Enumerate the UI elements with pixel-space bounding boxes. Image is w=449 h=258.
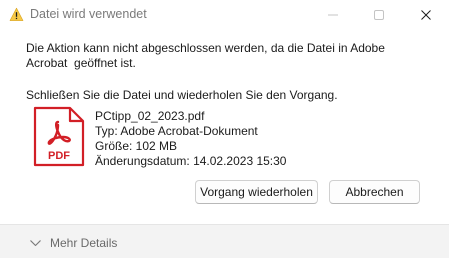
file-info: PCtipp_02_2023.pdf Typ: Adobe Acrobat-Do… bbox=[95, 109, 286, 169]
file-modified-date: Änderungsdatum: 14.02.2023 15:30 bbox=[95, 154, 287, 168]
pdf-file-icon: PDF bbox=[33, 106, 85, 167]
close-icon bbox=[421, 10, 431, 20]
maximize-icon bbox=[374, 10, 384, 20]
file-size: Größe: 102 MB bbox=[95, 139, 178, 153]
close-button[interactable] bbox=[403, 0, 449, 30]
minimize-button[interactable] bbox=[310, 0, 356, 30]
instruction-message: Schließen Sie die Datei und wiederholen … bbox=[26, 88, 338, 102]
maximize-button[interactable] bbox=[356, 0, 402, 30]
window-title: Datei wird verwendet bbox=[30, 7, 147, 21]
file-in-use-dialog: Datei wird verwendet Die Aktion kann nic… bbox=[0, 0, 449, 258]
title-bar[interactable]: Datei wird verwendet bbox=[0, 0, 449, 30]
more-details-label: Mehr Details bbox=[50, 236, 118, 250]
file-type: Typ: Adobe Acrobat-Dokument bbox=[95, 124, 258, 138]
cancel-button[interactable]: Abbrechen bbox=[329, 180, 420, 204]
pdf-icon-label: PDF bbox=[48, 150, 70, 162]
error-message: Die Aktion kann nicht abgeschlossen werd… bbox=[26, 41, 385, 70]
file-name: PCtipp_02_2023.pdf bbox=[95, 109, 205, 123]
chevron-down-icon bbox=[30, 239, 41, 246]
minimize-icon bbox=[328, 14, 338, 16]
more-details-toggle[interactable]: Mehr Details bbox=[30, 235, 117, 251]
warning-icon bbox=[9, 7, 24, 21]
retry-button[interactable]: Vorgang wiederholen bbox=[195, 180, 318, 204]
